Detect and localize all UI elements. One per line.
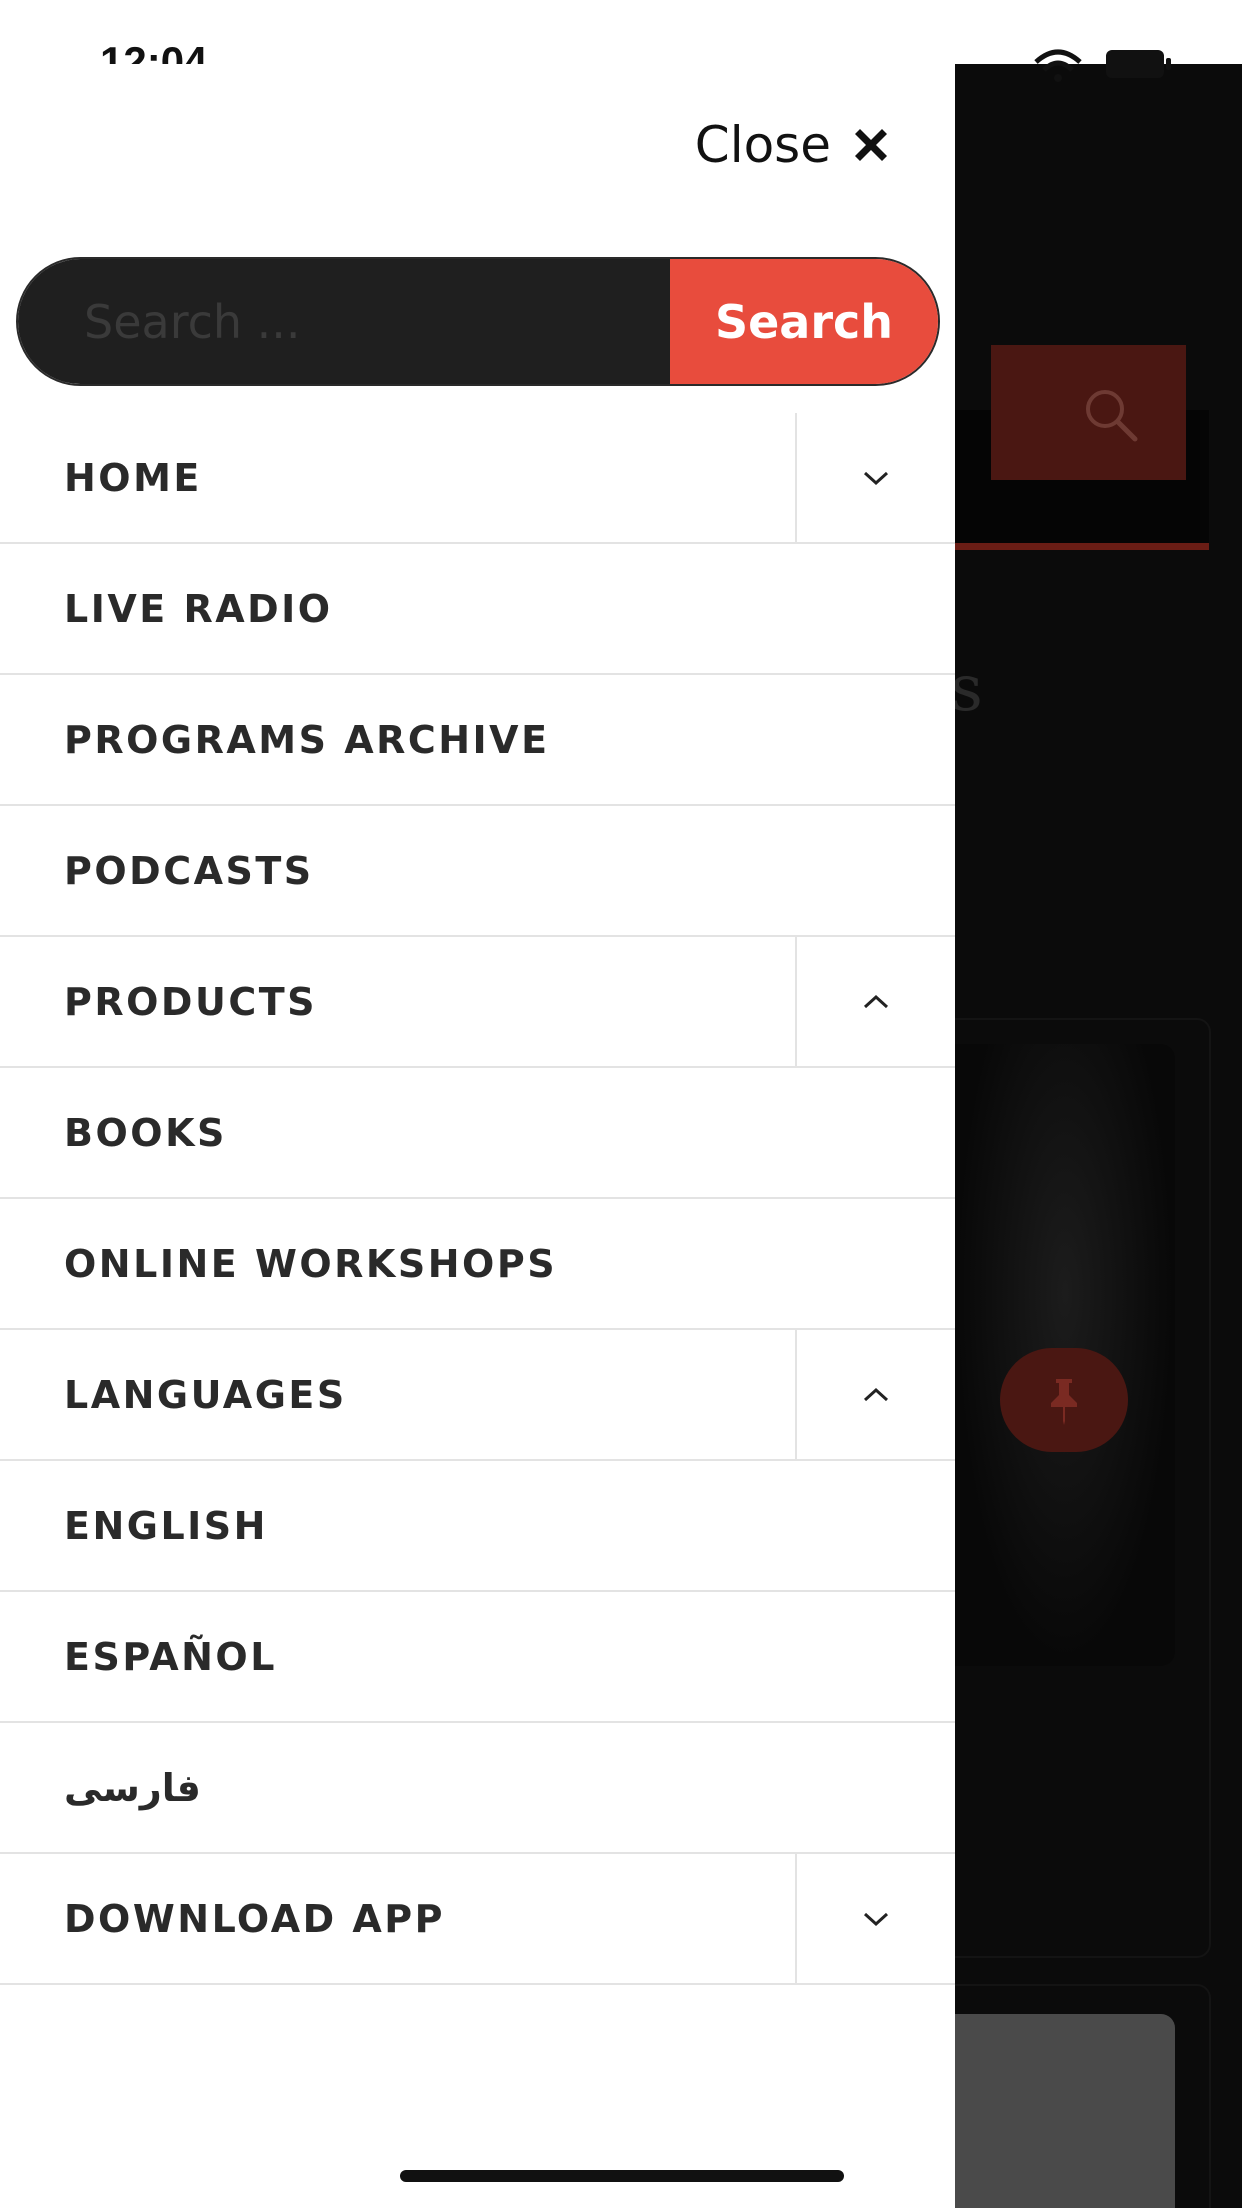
close-icon [855, 129, 887, 161]
status-bar: 12:04 [0, 0, 1242, 85]
menu-item-label: HOME [64, 455, 202, 500]
menu-item-podcasts[interactable]: PODCASTS [0, 806, 955, 937]
menu-list: HOME LIVE RADIO PROGRAMS ARCHIVE PODCAST… [0, 413, 955, 1985]
close-button[interactable]: Close [695, 116, 893, 174]
home-indicator[interactable] [400, 2170, 844, 2182]
menu-item-label: PROGRAMS ARCHIVE [64, 717, 550, 762]
navigation-drawer: Close Search HOME LIVE RADIO PROGRAMS AR… [0, 64, 955, 2208]
background-search-button [991, 345, 1186, 480]
chevron-down-icon [863, 471, 889, 485]
menu-item-label: PRODUCTS [64, 979, 317, 1024]
menu-item-english[interactable]: ENGLISH [0, 1461, 955, 1592]
menu-item-label: LIVE RADIO [64, 586, 333, 631]
menu-item-programs-archive[interactable]: PROGRAMS ARCHIVE [0, 675, 955, 806]
wifi-icon [1034, 49, 1082, 82]
search-form: Search [16, 257, 940, 386]
menu-item-products[interactable]: PRODUCTS [0, 937, 955, 1068]
menu-item-label: ESPAÑOL [64, 1634, 277, 1679]
menu-item-download-app[interactable]: DOWNLOAD APP [0, 1854, 955, 1985]
status-icons [1034, 49, 1171, 82]
menu-item-label: BOOKS [64, 1110, 227, 1155]
search-button[interactable]: Search [670, 259, 938, 384]
close-label: Close [694, 116, 831, 174]
submenu-toggle-home[interactable] [795, 413, 955, 542]
background-accent-line [955, 543, 1209, 550]
menu-item-label: ENGLISH [64, 1503, 268, 1548]
pin-icon [1051, 1379, 1077, 1425]
submenu-toggle-languages[interactable] [795, 1330, 955, 1459]
menu-item-farsi[interactable]: فارسی [0, 1723, 955, 1854]
menu-item-home[interactable]: HOME [0, 413, 955, 544]
menu-item-online-workshops[interactable]: ONLINE WORKSHOPS [0, 1199, 955, 1330]
menu-item-label: PODCASTS [64, 848, 314, 893]
search-input[interactable] [18, 259, 670, 384]
background-heading-fragment: s [955, 652, 983, 726]
search-icon [1086, 390, 1138, 442]
menu-item-label: DOWNLOAD APP [64, 1896, 445, 1941]
chevron-up-icon [863, 994, 889, 1008]
menu-item-espanol[interactable]: ESPAÑOL [0, 1592, 955, 1723]
battery-icon [1106, 50, 1171, 78]
menu-item-label: ONLINE WORKSHOPS [64, 1241, 558, 1286]
chevron-up-icon [863, 1387, 889, 1401]
background-app: s [955, 64, 1242, 2208]
background-card-2-image [955, 2014, 1175, 2208]
submenu-toggle-products[interactable] [795, 937, 955, 1066]
menu-item-label: LANGUAGES [64, 1372, 347, 1417]
background-pin-button [1000, 1348, 1128, 1452]
menu-item-languages[interactable]: LANGUAGES [0, 1330, 955, 1461]
chevron-down-icon [863, 1912, 889, 1926]
submenu-toggle-download-app[interactable] [795, 1854, 955, 1983]
menu-item-live-radio[interactable]: LIVE RADIO [0, 544, 955, 675]
menu-item-label: فارسی [64, 1765, 201, 1810]
menu-item-books[interactable]: BOOKS [0, 1068, 955, 1199]
